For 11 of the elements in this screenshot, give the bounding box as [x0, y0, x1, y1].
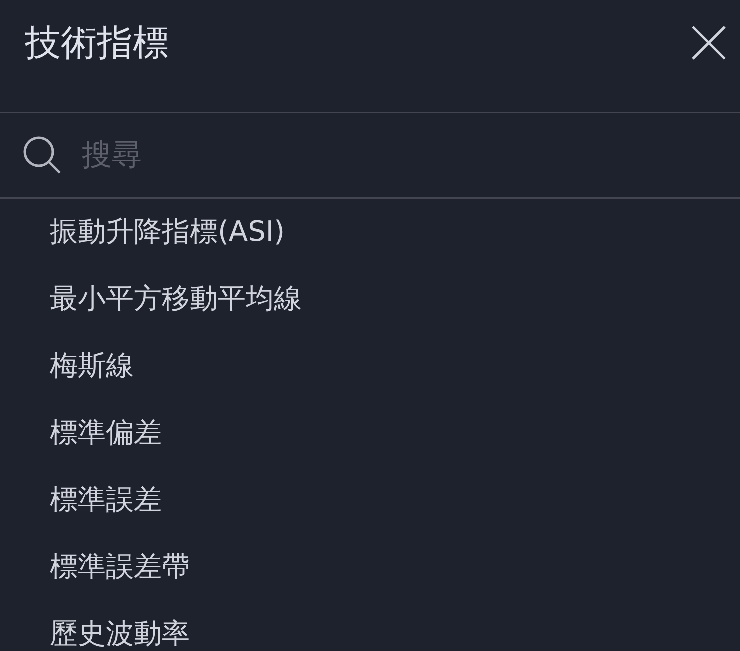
indicator-item[interactable]: 梅斯線: [50, 346, 134, 384]
indicator-item[interactable]: 歷史波動率: [50, 614, 190, 651]
indicator-item[interactable]: 標準偏差: [50, 414, 162, 452]
indicator-item[interactable]: 標準誤差帶: [50, 548, 190, 586]
search-field[interactable]: 搜尋: [82, 138, 682, 172]
indicator-item[interactable]: 最小平方移動平均線: [50, 280, 302, 318]
panel-title: 技術指標: [25, 22, 169, 66]
indicator-item[interactable]: 振動升降指標(ASI): [50, 212, 286, 250]
search-icon: [22, 135, 62, 175]
close-button[interactable]: [690, 24, 728, 62]
indicator-item[interactable]: 標準誤差: [50, 480, 162, 518]
